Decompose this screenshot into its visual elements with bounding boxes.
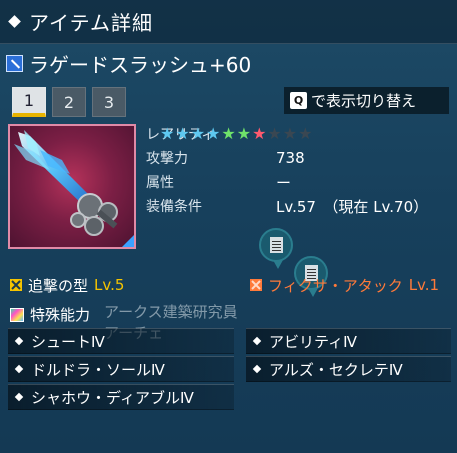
rarity-stars: ★ ★ ★ ★ ★ ★ ★ ★ ★ ★ [160,126,312,142]
diamond-bullet-icon [252,364,262,374]
tab-2[interactable]: 2 [52,87,86,117]
special-ability-label: 特殊能力 [30,306,91,324]
ability-right-name: フィクサ・アタック [268,276,403,295]
document-icon [269,237,283,253]
item-name-row: ラゲードスラッシュ+60 [6,50,252,77]
rarity-star-icon: ★ [160,124,175,143]
creator-overlay-line1: アークス建築研究員 [104,303,238,321]
attack-label: 攻撃力 [146,151,188,167]
rarity-corner-marker [122,235,134,247]
ability-right-level: Lv.1 [408,276,440,294]
rarity-star-icon: ★ [236,124,252,143]
diamond-bullet-icon [14,392,24,402]
ability-left: 追撃の型 Lv.5 [10,275,124,295]
diamond-bullet-icon [14,336,24,346]
display-toggle-label: で表示切り替え [311,92,417,110]
special-ability-header: 特殊能力 [10,304,90,325]
special-ability-3-label: ドルドラ・ソールⅣ [31,360,165,379]
item-name: ラゲードスラッシュ+60 [29,52,252,77]
rarity-star-icon: ★ [221,124,236,143]
q-key-icon: Q [290,92,307,109]
special-ability-5-label: シャホウ・ディアブルⅣ [31,388,194,407]
tab-3[interactable]: 3 [92,87,126,117]
special-ability-1[interactable]: シュートⅣ [8,328,234,354]
rarity-star-icon: ★ [252,124,267,143]
special-ability-1-label: シュートⅣ [31,332,105,351]
element-value: ー [276,173,292,192]
special-ability-2-label: アビリティⅣ [269,332,357,351]
rarity-star-icon: ★ [298,124,313,143]
rarity-star-icon: ★ [175,124,190,143]
sword-icon [6,54,23,72]
item-image [8,124,136,249]
rarity-star-icon: ★ [190,124,206,143]
requirement-value: Lv.57 （現在 Lv.70） [276,197,429,216]
attack-row: 攻撃力 738 [146,146,428,170]
special-ability-2[interactable]: アビリティⅣ [246,328,451,354]
special-ability-4[interactable]: アルズ・セクレテⅣ [246,356,451,382]
title-bar: アイテム詳細 [0,0,457,44]
fixa-ability-icon [250,279,262,291]
ability-left-level: Lv.5 [94,276,125,294]
element-label: 属性 [146,175,174,191]
page-title: アイテム詳細 [29,11,153,35]
page-tabs: 1 2 3 [12,87,126,117]
diamond-bullet-icon [252,336,262,346]
ability-right: フィクサ・アタック Lv.1 [250,275,439,295]
special-ability-5[interactable]: シャホウ・ディアブルⅣ [8,384,234,410]
description-bubble-icon[interactable] [259,228,293,269]
diamond-bullet-icon [14,364,24,374]
diamond-bullet-icon [8,15,21,28]
special-ability-4-label: アルズ・セクレテⅣ [269,360,403,379]
requirement-label: 装備条件 [146,199,202,215]
tab-1[interactable]: 1 [12,87,46,117]
rarity-row: レアリティ ★ ★ ★ ★ ★ ★ ★ ★ ★ ★ [146,122,428,146]
sword-illustration-icon [14,130,118,236]
special-ability-icon [10,307,24,322]
attack-value: 738 [276,149,305,167]
requirement-row: 装備条件 Lv.57 （現在 Lv.70） [146,194,428,218]
stats-panel: レアリティ ★ ★ ★ ★ ★ ★ ★ ★ ★ ★ 攻撃力 738 属性 ー 装備条件 Lv.57… [146,122,428,218]
ability-left-name: 追撃の型 [28,276,89,295]
rarity-star-icon: ★ [282,124,298,143]
element-row: 属性 ー [146,170,428,194]
rarity-star-icon: ★ [267,124,282,143]
special-ability-3[interactable]: ドルドラ・ソールⅣ [8,356,234,382]
display-toggle-button[interactable]: Q で表示切り替え [284,87,449,114]
rarity-star-icon: ★ [206,124,221,143]
chase-ability-icon [10,279,22,291]
